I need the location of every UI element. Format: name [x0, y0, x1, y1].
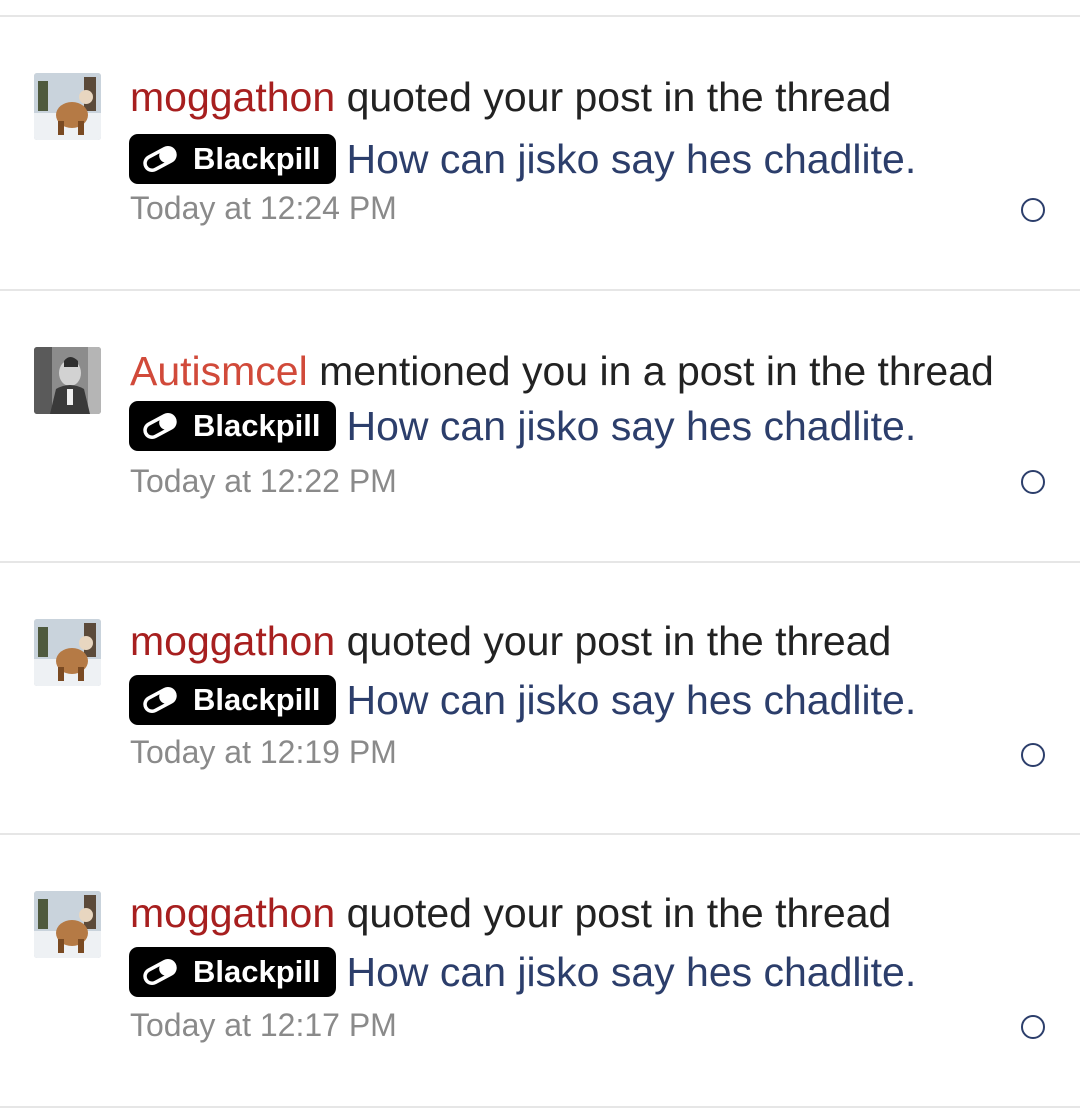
pill-icon: [143, 687, 177, 713]
notification-text: moggathon quoted your post in the thread: [130, 617, 891, 665]
notification-item[interactable]: Autismcel mentioned you in a post in the…: [0, 291, 1080, 563]
username-link[interactable]: moggathon: [130, 618, 335, 664]
thread-title-link[interactable]: How can jisko say hes chadlite.: [347, 949, 917, 996]
unread-circle-icon[interactable]: [1021, 470, 1045, 494]
moggathon-avatar[interactable]: [34, 619, 101, 686]
thread-prefix-badge[interactable]: Blackpill: [129, 134, 336, 184]
timestamp: Today at 12:19 PM: [130, 734, 397, 770]
timestamp: Today at 12:22 PM: [130, 463, 397, 499]
thread-line: Blackpill How can jisko say hes chadlite…: [129, 400, 916, 452]
username-link[interactable]: moggathon: [130, 890, 335, 936]
timestamp: Today at 12:24 PM: [130, 190, 397, 226]
moggathon-avatar[interactable]: [34, 891, 101, 958]
thread-line: Blackpill How can jisko say hes chadlite…: [129, 133, 916, 185]
thread-title-link[interactable]: How can jisko say hes chadlite.: [347, 136, 917, 183]
notification-text: Autismcel mentioned you in a post in the…: [130, 347, 994, 395]
thread-title-link[interactable]: How can jisko say hes chadlite.: [347, 677, 917, 724]
prefix-label: Blackpill: [193, 682, 321, 717]
pill-icon: [143, 413, 177, 439]
notification-action: quoted your post in the thread: [335, 618, 892, 664]
pill-icon: [143, 146, 177, 172]
autismcel-avatar[interactable]: [34, 347, 101, 414]
username-link[interactable]: moggathon: [130, 74, 335, 120]
unread-circle-icon[interactable]: [1021, 198, 1045, 222]
prefix-label: Blackpill: [193, 408, 321, 443]
notification-action: quoted your post in the thread: [335, 74, 892, 120]
notification-text: moggathon quoted your post in the thread: [130, 889, 891, 937]
notification-item[interactable]: moggathon quoted your post in the thread…: [0, 17, 1080, 289]
username-link[interactable]: Autismcel: [130, 348, 308, 394]
notification-text: moggathon quoted your post in the thread: [130, 73, 891, 121]
divider: [0, 1106, 1080, 1108]
unread-circle-icon[interactable]: [1021, 1015, 1045, 1039]
notification-item[interactable]: moggathon quoted your post in the thread…: [0, 835, 1080, 1107]
thread-prefix-badge[interactable]: Blackpill: [129, 947, 336, 997]
thread-line: Blackpill How can jisko say hes chadlite…: [129, 674, 916, 726]
unread-circle-icon[interactable]: [1021, 743, 1045, 767]
thread-line: Blackpill How can jisko say hes chadlite…: [129, 946, 916, 998]
notification-action: quoted your post in the thread: [335, 890, 892, 936]
prefix-label: Blackpill: [193, 954, 321, 989]
thread-title-link[interactable]: How can jisko say hes chadlite.: [347, 403, 917, 450]
thread-prefix-badge[interactable]: Blackpill: [129, 675, 336, 725]
prefix-label: Blackpill: [193, 141, 321, 176]
notification-item[interactable]: moggathon quoted your post in the thread…: [0, 563, 1080, 835]
timestamp: Today at 12:17 PM: [130, 1007, 397, 1043]
notification-action: mentioned you in a post in the thread: [307, 348, 994, 394]
moggathon-avatar[interactable]: [34, 73, 101, 140]
thread-prefix-badge[interactable]: Blackpill: [129, 401, 336, 451]
pill-icon: [143, 959, 177, 985]
